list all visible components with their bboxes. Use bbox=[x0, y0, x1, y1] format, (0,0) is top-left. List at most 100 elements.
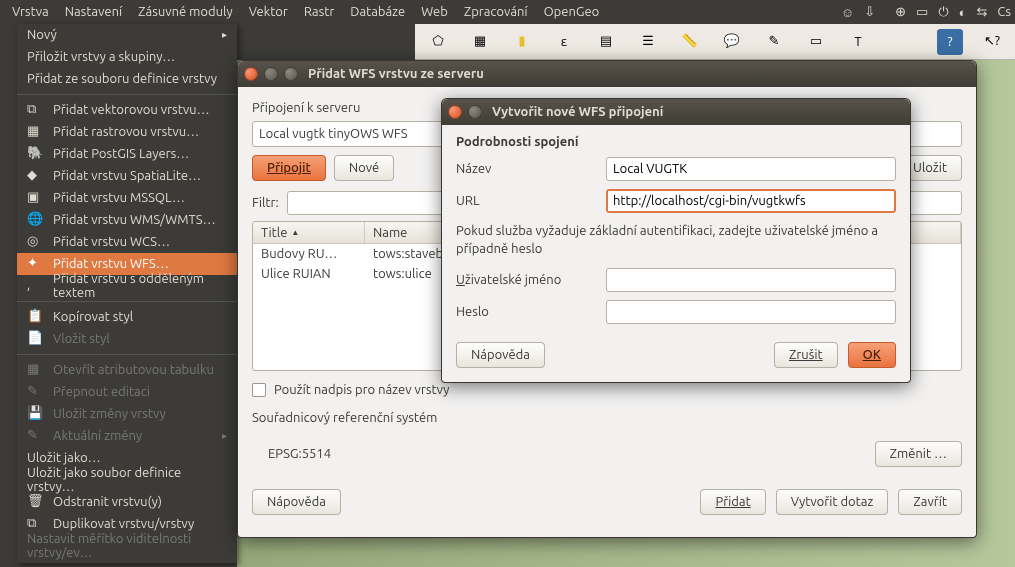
menu-paste-style: 📄Vložit styl bbox=[17, 328, 237, 350]
menubar: Vrstva Nastavení Zásuvné moduly Vektor R… bbox=[0, 0, 1015, 24]
dropbox-icon[interactable]: ⇩ bbox=[864, 5, 875, 20]
maximize-icon[interactable] bbox=[284, 67, 298, 81]
whatsthis-icon[interactable]: ↖? bbox=[979, 29, 1005, 55]
sound-icon[interactable]: ◐ bbox=[959, 5, 967, 20]
username-input[interactable] bbox=[606, 268, 896, 292]
close-icon[interactable] bbox=[448, 105, 462, 119]
use-title-checkbox[interactable] bbox=[252, 383, 266, 397]
menu-copy-style[interactable]: 📋Kopírovat styl bbox=[17, 306, 237, 328]
name-input[interactable] bbox=[606, 157, 896, 181]
table-icon: ▦ bbox=[27, 362, 43, 378]
filter-label: Filtr: bbox=[252, 196, 279, 210]
wfs-icon: ✦ bbox=[27, 256, 43, 272]
help-icon[interactable]: ? bbox=[937, 29, 963, 55]
wms-icon: 🌐 bbox=[27, 212, 43, 228]
system-tray: ☺ ⇩ ⊕ ▭ ⏻ ◐ ⇆ Cs bbox=[841, 5, 1011, 20]
menu-save-as-def[interactable]: Uložit jako soubor definice vrstvy… bbox=[17, 469, 237, 491]
auth-hint: Pokud služba vyžaduje základní autentifi… bbox=[456, 223, 896, 258]
toolbar: ⬠ ▦ ▮ ε ▤ ☰ 📏 💬 ✎ ▭ T ? ↖? bbox=[415, 24, 1015, 60]
copy-icon: 📋 bbox=[27, 309, 43, 325]
edits-icon: ✎ bbox=[27, 428, 43, 444]
smiley-icon[interactable]: ☺ bbox=[841, 5, 854, 20]
ruler-icon[interactable]: 📏 bbox=[677, 29, 703, 55]
menu-databaze[interactable]: Databáze bbox=[342, 2, 413, 22]
use-title-label: Použít nadpis pro název vrstvy bbox=[274, 383, 449, 397]
csv-icon: , bbox=[27, 278, 43, 294]
postgis-icon: 🐘 bbox=[27, 146, 43, 162]
build-query-button[interactable]: Vytvořit dotaz bbox=[776, 489, 889, 515]
menu-rastr[interactable]: Rastr bbox=[296, 2, 342, 22]
mssql-icon: ▣ bbox=[27, 190, 43, 206]
menu-vrstva[interactable]: Vrstva bbox=[4, 2, 57, 22]
keyboard-layout[interactable]: Cs bbox=[997, 5, 1011, 19]
password-input[interactable] bbox=[606, 300, 896, 324]
paste-icon: 📄 bbox=[27, 331, 43, 347]
password-label: Heslo bbox=[456, 305, 596, 319]
dialog-titlebar[interactable]: Vytvořit nové WFS připojení bbox=[442, 99, 910, 125]
menu-new[interactable]: Nový▸ bbox=[17, 24, 237, 46]
menu-add-vector[interactable]: ⧉Přidat vektorovou vrstvu… bbox=[17, 99, 237, 121]
duplicate-icon: ⧉ bbox=[27, 516, 43, 532]
menu-open-attr: ▦Otevřít atributovou tabulku bbox=[17, 359, 237, 381]
menu-add-mssql[interactable]: ▣Přidat vrstvu MSSQL… bbox=[17, 187, 237, 209]
cancel-button[interactable]: Zrušit bbox=[774, 342, 838, 368]
menu-web[interactable]: Web bbox=[413, 2, 456, 22]
menu-embed[interactable]: Přiložit vrstvy a skupiny… bbox=[17, 46, 237, 68]
note-icon[interactable]: ▮ bbox=[509, 29, 535, 55]
dialog-titlebar[interactable]: Přidat WFS vrstvu ze serveru bbox=[238, 61, 976, 87]
menu-add-wcs[interactable]: ◎Přidat vrstvu WCS… bbox=[17, 231, 237, 253]
epsilon-icon[interactable]: ε bbox=[551, 29, 577, 55]
menu-vektor[interactable]: Vektor bbox=[241, 2, 296, 22]
create-wfs-connection-dialog: Vytvořit nové WFS připojení Podrobnosti … bbox=[441, 98, 911, 383]
menu-remove[interactable]: 🗑Odstranit vrstvu(y) bbox=[17, 491, 237, 513]
list-icon[interactable]: ☰ bbox=[635, 29, 661, 55]
dialog-title: Přidat WFS vrstvu ze serveru bbox=[308, 67, 484, 81]
layer-menu: Nový▸ Přiložit vrstvy a skupiny… Přidat … bbox=[17, 24, 237, 563]
battery-icon[interactable]: ⏻ bbox=[938, 5, 948, 20]
menu-add-spatialite[interactable]: ◆Přidat vrstvu SpatiaLite… bbox=[17, 165, 237, 187]
menu-moduly[interactable]: Zásuvné moduly bbox=[130, 2, 241, 22]
menu-nastaveni[interactable]: Nastavení bbox=[57, 2, 130, 22]
close-icon[interactable] bbox=[244, 67, 258, 81]
menu-add-wms[interactable]: 🌐Přidat vrstvu WMS/WMTS… bbox=[17, 209, 237, 231]
menu-add-from-def[interactable]: Přidat ze souboru definice vrstvy bbox=[17, 68, 237, 90]
crs-label: Souřadnicový referenční systém bbox=[252, 411, 962, 425]
add-button[interactable]: Přidat bbox=[700, 489, 765, 515]
bubble-icon[interactable]: 💬 bbox=[719, 29, 745, 55]
crs-value: EPSG:5514 bbox=[268, 447, 331, 461]
minimize-icon[interactable] bbox=[468, 105, 482, 119]
minimize-icon[interactable] bbox=[264, 67, 278, 81]
menu-opengeo[interactable]: OpenGeo bbox=[536, 2, 608, 22]
col-title[interactable]: Title▲ bbox=[253, 222, 365, 243]
text-icon[interactable]: T bbox=[845, 29, 871, 55]
name-label: Název bbox=[456, 162, 596, 176]
menu-toggle-edit: ✎Přepnout editaci bbox=[17, 381, 237, 403]
grid-icon[interactable]: ▤ bbox=[593, 29, 619, 55]
menu-add-csv[interactable]: ,Přidat vrstvu s odděleným textem bbox=[17, 275, 237, 297]
menu-zpracovani[interactable]: Zpracování bbox=[456, 2, 536, 22]
vector-icon: ⧉ bbox=[27, 102, 43, 118]
close-button[interactable]: Zavřít bbox=[898, 489, 962, 515]
connect-button[interactable]: Připojit bbox=[252, 155, 326, 181]
polygon-icon[interactable]: ⬠ bbox=[425, 29, 451, 55]
sort-asc-icon: ▲ bbox=[291, 228, 299, 237]
rect-icon[interactable]: ▭ bbox=[803, 29, 829, 55]
ok-button[interactable]: OK bbox=[848, 342, 896, 368]
raster-icon: ▦ bbox=[27, 124, 43, 140]
menu-add-raster[interactable]: ▦Přidat rastrovou vrstvu… bbox=[17, 121, 237, 143]
network-icon[interactable]: ⇆ bbox=[976, 5, 987, 20]
edit-icon[interactable]: ✎ bbox=[761, 29, 787, 55]
menu-add-postgis[interactable]: 🐘Přidat PostGIS Layers… bbox=[17, 143, 237, 165]
menu-set-scale: Nastavit měřítko viditelnosti vrstvy/ev… bbox=[17, 535, 237, 557]
save-icon: 💾 bbox=[27, 406, 43, 422]
help-button[interactable]: Nápověda bbox=[456, 342, 545, 368]
dialog-title: Vytvořit nové WFS připojení bbox=[492, 105, 663, 119]
url-input[interactable] bbox=[606, 189, 896, 213]
new-button[interactable]: Nové bbox=[334, 155, 394, 181]
select-icon[interactable]: ▦ bbox=[467, 29, 493, 55]
wcs-icon: ◎ bbox=[27, 234, 43, 250]
help-button[interactable]: Nápověda bbox=[252, 489, 341, 515]
change-crs-button[interactable]: Změnit … bbox=[875, 441, 962, 467]
calendar-icon[interactable]: ▭ bbox=[916, 5, 928, 20]
globe-icon[interactable]: ⊕ bbox=[895, 5, 906, 20]
